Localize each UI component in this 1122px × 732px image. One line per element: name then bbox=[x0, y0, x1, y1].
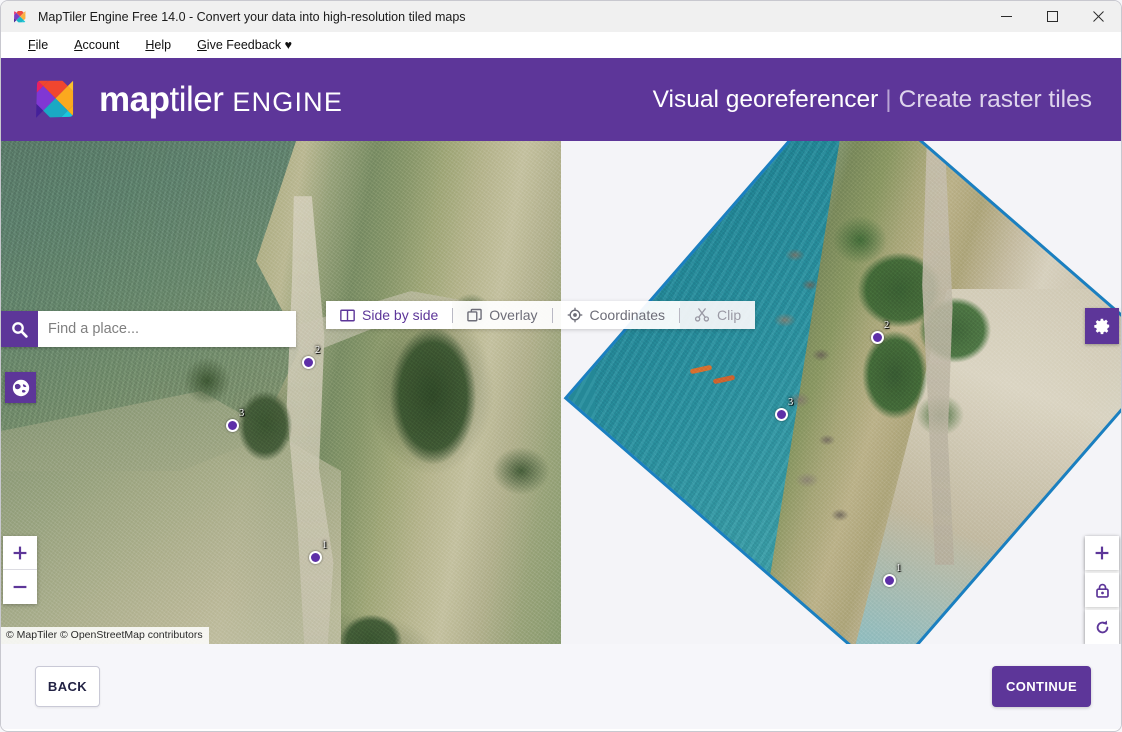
search-icon[interactable] bbox=[1, 311, 38, 347]
app-header: map tiler ENGINE Visual georeferencer | … bbox=[1, 58, 1121, 141]
menu-item-account[interactable]: Account bbox=[61, 35, 132, 56]
control-point-marker[interactable]: 2 bbox=[302, 345, 320, 369]
control-point-label: 2 bbox=[884, 320, 890, 331]
tab-label: Coordinates bbox=[589, 307, 666, 323]
page-title-separator: | bbox=[885, 85, 892, 113]
continue-button[interactable]: CONTINUE bbox=[992, 666, 1091, 707]
left-map-pane[interactable]: 2 3 1 © MapTiler © OpenStreetMap contrib… bbox=[1, 141, 561, 644]
drone-photo bbox=[595, 141, 1121, 644]
overlay-icon bbox=[467, 308, 483, 323]
scissors-icon bbox=[694, 307, 710, 323]
window-controls bbox=[983, 1, 1121, 32]
brand-wordmark: map tiler ENGINE bbox=[99, 80, 343, 120]
lock-icon[interactable] bbox=[1085, 573, 1119, 607]
search-input[interactable] bbox=[38, 311, 296, 347]
control-point-label: 1 bbox=[896, 563, 902, 574]
brand-tiler-text: tiler bbox=[169, 79, 224, 119]
control-point-marker[interactable]: 1 bbox=[883, 563, 901, 587]
brand: map tiler ENGINE bbox=[18, 63, 343, 135]
menu-item-give-feedback[interactable]: Give Feedback ♥ bbox=[184, 35, 305, 56]
zoom-out-button[interactable] bbox=[3, 570, 37, 604]
right-image-controls bbox=[1085, 536, 1119, 644]
maptiler-logo-icon bbox=[8, 8, 31, 28]
control-point-label: 3 bbox=[239, 408, 245, 419]
menu-item-file[interactable]: FFileile bbox=[15, 35, 61, 56]
control-point-label: 2 bbox=[315, 345, 321, 356]
tab-label: Clip bbox=[717, 307, 742, 323]
title-bar: MapTiler Engine Free 14.0 - Convert your… bbox=[1, 1, 1121, 32]
control-point-dot[interactable] bbox=[871, 331, 884, 344]
control-point-marker[interactable]: 1 bbox=[309, 540, 327, 564]
minimize-icon[interactable] bbox=[983, 1, 1029, 32]
maximize-icon[interactable] bbox=[1029, 1, 1075, 32]
back-button[interactable]: BACK bbox=[35, 666, 100, 707]
page-title-main: Visual georeferencer bbox=[652, 85, 879, 113]
tab-side-by-side[interactable]: Side by side bbox=[326, 301, 453, 329]
tab-clip[interactable]: Clip bbox=[680, 301, 756, 329]
page-title: Visual georeferencer | Create raster til… bbox=[653, 86, 1092, 114]
close-icon[interactable] bbox=[1075, 1, 1121, 32]
brand-engine-text: ENGINE bbox=[232, 86, 344, 117]
maps-area: 2 3 1 © MapTiler © OpenStreetMap contrib… bbox=[1, 141, 1121, 644]
control-point-marker[interactable]: 2 bbox=[871, 320, 889, 344]
georeferenced-image[interactable] bbox=[563, 141, 1121, 644]
control-point-marker[interactable]: 3 bbox=[226, 408, 244, 432]
app-window: MapTiler Engine Free 14.0 - Convert your… bbox=[0, 0, 1122, 732]
zoom-in-button[interactable] bbox=[3, 536, 37, 570]
control-point-dot[interactable] bbox=[226, 419, 239, 432]
gear-icon[interactable] bbox=[1085, 308, 1119, 344]
left-zoom-controls bbox=[3, 536, 37, 604]
page-title-sub: Create raster tiles bbox=[898, 85, 1092, 113]
rotate-icon[interactable] bbox=[1085, 610, 1119, 644]
zoom-in-button[interactable] bbox=[1085, 536, 1119, 570]
georeferenced-image-wrap bbox=[561, 141, 1121, 644]
side-by-side-icon bbox=[340, 308, 355, 323]
place-search bbox=[1, 311, 296, 347]
control-point-marker[interactable]: 3 bbox=[775, 397, 793, 421]
menu-bar: FFileile Account Help Give Feedback ♥ bbox=[1, 32, 1121, 58]
right-image-pane[interactable]: 2 3 1 bbox=[561, 141, 1121, 644]
control-point-dot[interactable] bbox=[309, 551, 322, 564]
menu-item-help[interactable]: Help bbox=[132, 35, 184, 56]
control-point-dot[interactable] bbox=[883, 574, 896, 587]
tab-label: Overlay bbox=[489, 307, 538, 323]
control-point-dot[interactable] bbox=[302, 356, 315, 369]
brand-map-text: map bbox=[99, 79, 170, 119]
tab-overlay[interactable]: Overlay bbox=[453, 301, 552, 329]
photo-texture bbox=[595, 141, 1121, 644]
control-point-label: 3 bbox=[788, 397, 794, 408]
tab-label: Side by side bbox=[362, 307, 439, 323]
window-title: MapTiler Engine Free 14.0 - Convert your… bbox=[38, 9, 466, 24]
view-mode-tabs: Side by side Overlay Coordinates Clip bbox=[326, 301, 756, 329]
maptiler-logo-icon bbox=[18, 63, 91, 135]
tab-coordinates[interactable]: Coordinates bbox=[552, 301, 680, 329]
globe-icon[interactable] bbox=[5, 372, 36, 403]
map-attribution: © MapTiler © OpenStreetMap contributors bbox=[1, 627, 209, 644]
control-point-dot[interactable] bbox=[775, 408, 788, 421]
coordinates-icon bbox=[567, 307, 583, 323]
control-point-label: 1 bbox=[322, 540, 328, 551]
basemap-texture bbox=[1, 141, 561, 644]
footer-bar: BACK CONTINUE bbox=[1, 644, 1121, 729]
